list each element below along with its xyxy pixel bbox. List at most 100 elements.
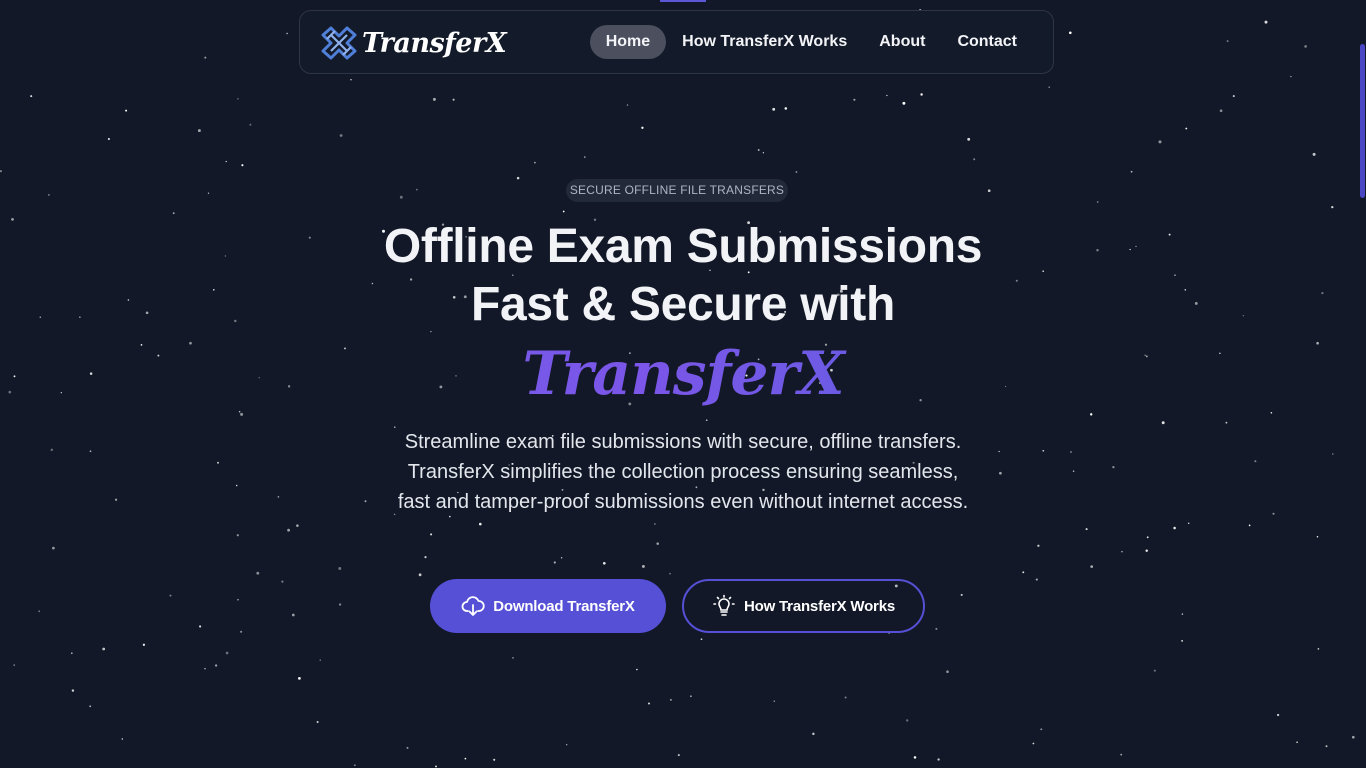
star [1272,512,1275,515]
star [690,695,692,698]
star [648,702,650,705]
lightbulb-icon [713,594,735,616]
star [418,573,422,577]
star [1181,613,1184,615]
star [1331,205,1334,209]
star [435,765,437,768]
star [277,496,280,498]
nav-item-about[interactable]: About [863,25,941,59]
star [236,534,239,537]
star [1112,465,1115,469]
star [987,189,991,193]
star [1325,745,1328,748]
star [1048,86,1050,89]
star [584,156,586,158]
star [669,698,672,701]
star [478,522,482,526]
star [1042,449,1045,452]
star [89,705,92,708]
star [237,98,239,100]
star [1317,648,1320,650]
star [656,542,659,545]
star [169,594,172,597]
star [1072,470,1075,472]
star [406,746,409,749]
star [654,523,656,525]
star [1135,245,1137,248]
star [1185,127,1188,130]
star [298,677,301,680]
star [1173,526,1176,530]
star [364,500,367,503]
how-it-works-button-label: How TransferX Works [744,597,895,615]
star [204,668,206,670]
navbar: TransferX Home How TransferX Works About… [299,10,1054,74]
star [516,176,520,180]
star [338,603,342,606]
star [1316,535,1319,538]
star [998,450,1000,453]
star [677,754,680,757]
star [71,689,75,692]
star [464,757,467,760]
star [424,556,427,559]
star [853,98,856,101]
star [145,311,149,315]
star [973,158,976,161]
brand-logo[interactable]: TransferX [320,25,507,61]
nav-item-how-it-works[interactable]: How TransferX Works [666,25,863,59]
star [217,461,219,464]
star [1085,528,1088,531]
star [213,289,215,291]
scrollbar-thumb[interactable] [1360,44,1365,198]
star [224,255,227,257]
star [197,129,201,133]
star [886,94,888,97]
how-it-works-button[interactable]: How TransferX Works [682,579,925,633]
star [1187,522,1190,525]
hero-title: Offline Exam Submissions Fast & Secure w… [283,218,1083,334]
star [415,188,418,191]
star [121,738,124,740]
nav-links: Home How TransferX Works About Contact [589,23,1033,61]
star [234,319,237,323]
star [534,161,536,164]
transferx-logo-icon [321,26,357,60]
download-button[interactable]: Download TransferX [430,579,666,633]
star [1037,544,1040,547]
star [757,149,760,151]
star [1232,95,1235,98]
star [1090,565,1094,568]
star [13,375,16,378]
star [1158,140,1162,144]
star [142,643,146,646]
star [127,299,130,301]
star [238,410,241,413]
download-button-label: Download TransferX [493,597,635,615]
star [1316,341,1319,345]
star [562,210,565,213]
star [1070,451,1072,453]
star [920,93,923,96]
star [1174,274,1176,276]
nav-item-contact[interactable]: Contact [941,25,1033,59]
scrollbar[interactable] [1358,0,1366,768]
star [812,732,815,736]
star [1225,421,1228,424]
star [70,652,73,655]
star [258,377,260,379]
star [281,580,284,583]
star [291,613,295,617]
star [1096,248,1099,252]
star [773,700,775,702]
star [1254,460,1257,463]
star [225,160,227,163]
star [960,593,963,596]
star [1181,640,1183,642]
star [906,719,909,722]
nav-item-home[interactable]: Home [589,25,667,59]
star [1035,578,1038,581]
star [1145,355,1148,358]
star [937,758,940,761]
star [1153,669,1156,672]
